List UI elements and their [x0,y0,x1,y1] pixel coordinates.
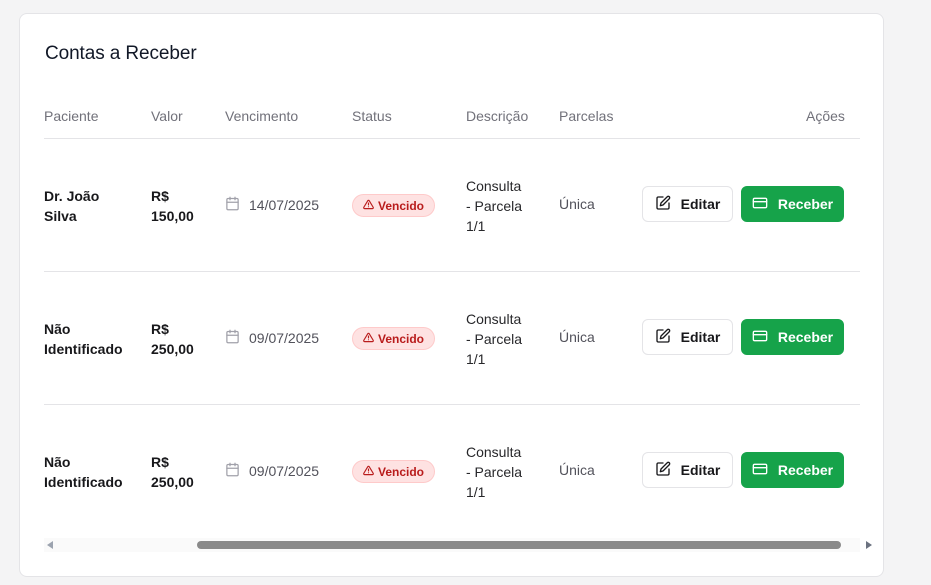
amount-value: 250,00 [151,474,194,490]
due-date: 14/07/2025 [225,196,319,214]
calendar-icon [225,329,240,347]
calendar-icon [225,196,240,214]
due-date-value: 14/07/2025 [249,197,320,213]
status-label: Vencido [378,464,425,479]
installments: Única [559,196,595,212]
description: Consulta - Parcela 1/1 [466,176,536,236]
amount-value: 250,00 [151,341,194,357]
header-descricao: Descrição [466,108,529,124]
status-badge: Vencido [352,460,436,483]
description-line: Consulta [466,444,522,460]
scroll-left-arrow-icon[interactable] [47,541,53,549]
header-parcelas: Parcelas [559,108,614,124]
row-actions: Editar Receber [642,186,844,222]
patient-name: Não Identificado [44,454,123,490]
receive-button-label: Receber [777,329,834,345]
credit-card-icon [752,461,768,480]
due-date-value: 09/07/2025 [249,463,320,479]
amount: R$ 150,00 [151,186,194,226]
edit-pencil-icon [655,328,671,347]
edit-button[interactable]: Editar [642,319,733,355]
edit-pencil-icon [655,461,671,480]
card-title: Contas a Receber [45,43,197,64]
receive-button[interactable]: Receber [741,319,844,355]
installments: Única [559,462,595,478]
description: Consulta - Parcela 1/1 [466,309,536,369]
currency-symbol: R$ [151,321,169,337]
header-status: Status [352,108,392,124]
table-header-row: Paciente Valor Vencimento Status Descriç… [44,98,860,139]
status-label: Vencido [378,198,425,213]
status-cell: Vencido [352,460,436,483]
edit-button[interactable]: Editar [642,186,733,222]
warning-triangle-icon [363,465,374,479]
horizontal-scrollbar[interactable] [44,538,872,552]
description-line: 1/1 [466,484,486,500]
currency-symbol: R$ [151,188,169,204]
row-actions: Editar Receber [642,452,844,488]
description-line: - Parcela [466,464,523,480]
warning-triangle-icon [363,332,374,346]
edit-button-label: Editar [680,196,721,212]
header-patient: Paciente [44,108,99,124]
receive-button-label: Receber [777,462,834,478]
edit-button[interactable]: Editar [642,452,733,488]
description-line: 1/1 [466,218,486,234]
table-row: Não Identificado R$ 250,00 09/07/2025 Ve… [44,272,860,405]
status-badge: Vencido [352,327,436,350]
description-line: 1/1 [466,351,486,367]
patient-name: Dr. João Silva [44,188,100,224]
edit-button-label: Editar [680,329,721,345]
warning-triangle-icon [363,199,374,213]
currency-symbol: R$ [151,454,169,470]
receive-button[interactable]: Receber [741,452,844,488]
edit-button-label: Editar [680,462,721,478]
edit-pencil-icon [655,195,671,214]
description-line: - Parcela [466,198,523,214]
installments: Única [559,329,595,345]
table-scroll-area[interactable]: Paciente Valor Vencimento Status Descriç… [44,98,860,534]
receive-button[interactable]: Receber [741,186,844,222]
description-line: - Parcela [466,331,523,347]
accounts-receivable-card: Contas a Receber Paciente Valor Vencimen… [19,13,884,577]
status-cell: Vencido [352,194,436,217]
amount-value: 150,00 [151,208,194,224]
patient-name: Não Identificado [44,321,123,357]
header-acoes: Ações [806,108,845,124]
header-vencimento: Vencimento [225,108,299,124]
header-valor: Valor [151,108,183,124]
due-date-value: 09/07/2025 [249,330,320,346]
amount: R$ 250,00 [151,452,194,492]
credit-card-icon [752,328,768,347]
status-cell: Vencido [352,327,436,350]
table-row: Não Identificado R$ 250,00 09/07/2025 Ve… [44,405,860,534]
row-actions: Editar Receber [642,319,844,355]
amount: R$ 250,00 [151,319,194,359]
status-badge: Vencido [352,194,436,217]
calendar-icon [225,462,240,480]
receivables-table: Paciente Valor Vencimento Status Descriç… [44,98,860,534]
credit-card-icon [752,195,768,214]
status-label: Vencido [378,331,425,346]
description-line: Consulta [466,311,522,327]
description-line: Consulta [466,178,522,194]
description: Consulta - Parcela 1/1 [466,442,536,502]
scroll-right-arrow-icon[interactable] [866,541,872,549]
due-date: 09/07/2025 [225,462,319,480]
table-row: Dr. João Silva R$ 150,00 14/07/2025 Venc… [44,139,860,272]
scrollbar-thumb[interactable] [197,541,841,549]
receive-button-label: Receber [777,196,834,212]
due-date: 09/07/2025 [225,329,319,347]
